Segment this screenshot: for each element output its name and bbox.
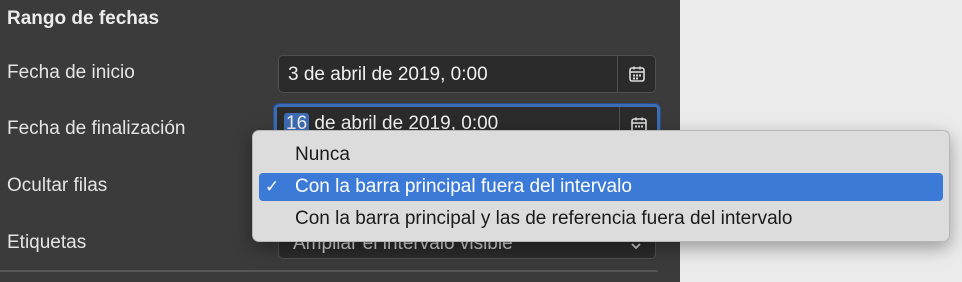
labels-label: Etiquetas	[7, 232, 87, 253]
end-date-label: Fecha de finalización	[7, 118, 186, 139]
checkmark-icon: ✓	[265, 177, 280, 196]
start-date-value: 3 de abril de 2019, 0:00	[288, 64, 488, 85]
section-title: Rango de fechas	[7, 8, 160, 29]
menu-item-never[interactable]: Nunca	[259, 141, 943, 169]
start-date-field[interactable]: 3 de abril de 2019, 0:00	[278, 55, 656, 93]
menu-item-label: Nunca	[295, 144, 350, 165]
menu-item-main-bar-outside[interactable]: ✓ Con la barra principal fuera del inter…	[259, 173, 943, 201]
start-date-label: Fecha de inicio	[7, 62, 135, 83]
hide-rows-label: Ocultar filas	[7, 175, 108, 196]
menu-item-label: Con la barra principal fuera del interva…	[295, 176, 632, 197]
hide-rows-popup-menu: Nunca ✓ Con la barra principal fuera del…	[252, 130, 950, 242]
divider	[0, 270, 658, 272]
menu-item-main-and-reference-outside[interactable]: Con la barra principal y las de referenc…	[259, 205, 943, 233]
calendar-icon[interactable]	[617, 56, 655, 92]
menu-item-label: Con la barra principal y las de referenc…	[295, 208, 793, 229]
